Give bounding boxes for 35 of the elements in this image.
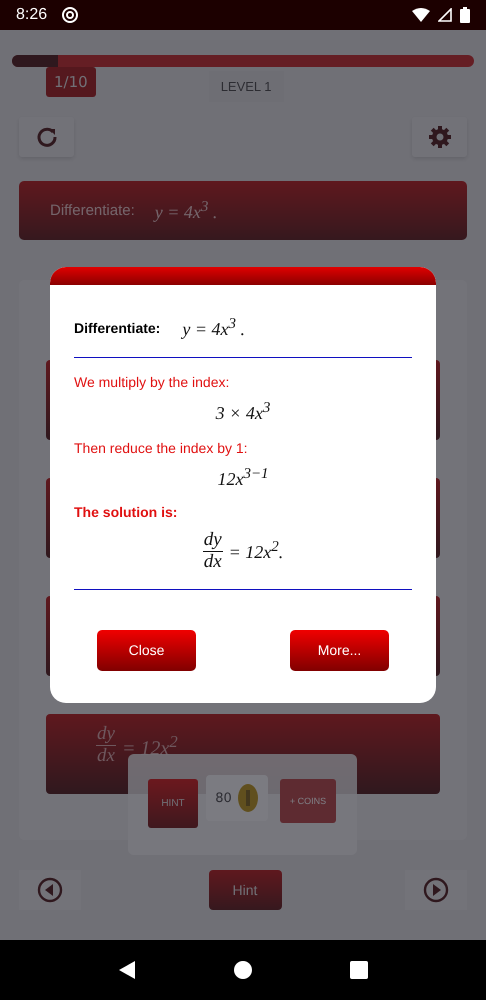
settings-icon (428, 125, 452, 149)
battery-icon (460, 7, 470, 23)
previous-icon (37, 877, 63, 903)
home-icon[interactable] (232, 960, 253, 980)
wifi-icon (412, 8, 430, 22)
coin-icon (236, 783, 259, 813)
dialog-question-expression: y = 4x$^{3}$ . (182, 316, 245, 340)
coin-count: 80 (215, 790, 232, 806)
signal-icon (438, 8, 452, 22)
question-expression: y = 4x$^{3}$ . (154, 198, 218, 222)
recents-icon[interactable] (350, 961, 368, 979)
math-expression: 12x$^{3−1}$ (217, 466, 269, 490)
hint-button[interactable]: HINT (148, 779, 198, 828)
fraction-denominator: dx (204, 552, 222, 573)
solution-heading: The solution is: (74, 504, 178, 520)
next-icon (423, 877, 449, 903)
math-expression: = 12x$^{2}$. (228, 539, 284, 564)
close-button[interactable]: Close (97, 630, 196, 671)
settings-button[interactable] (412, 117, 467, 157)
fraction-numerator: dy (96, 724, 116, 746)
buy-coins-button[interactable]: + COINS (280, 779, 336, 823)
question-counter: 1/10 (46, 67, 96, 97)
clock-time: 8:26 (16, 6, 48, 24)
fraction-denominator: dx (97, 746, 115, 767)
question-label: Differentiate: (50, 202, 135, 219)
more-button[interactable]: More... (290, 630, 389, 671)
refresh-button[interactable] (19, 117, 74, 157)
hint-button[interactable]: Hint (208, 870, 282, 910)
fraction-numerator: dy (202, 530, 223, 552)
back-icon[interactable] (118, 960, 136, 980)
step-text: We multiply by the index: (74, 374, 230, 390)
refresh-icon (36, 126, 58, 148)
dialog-question-label: Differentiate: (74, 320, 160, 336)
math-expression: 3 × 4x$^{3}$ (216, 400, 270, 424)
step-text: Then reduce the index by 1: (74, 440, 249, 456)
